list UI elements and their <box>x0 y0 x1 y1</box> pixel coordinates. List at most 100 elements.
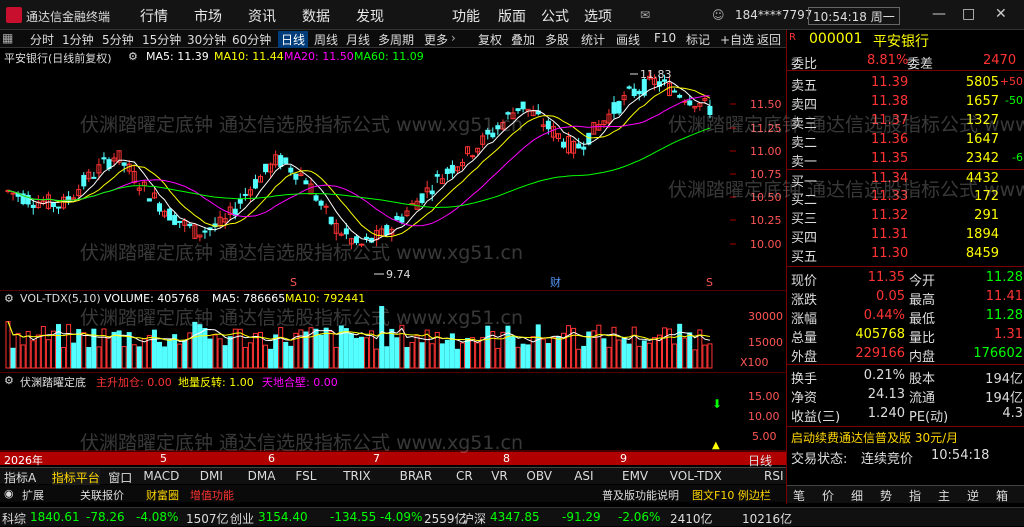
volume-bar <box>687 332 693 369</box>
volume-bar <box>707 343 713 369</box>
indicator-tab[interactable]: OBV <box>526 469 552 483</box>
link-help[interactable]: 普及版功能说明 <box>602 487 679 503</box>
menu-hangqing[interactable]: 行情 <box>140 6 168 26</box>
tool-biaoji[interactable]: 标记 <box>686 31 710 48</box>
tab-more[interactable]: 更多 <box>424 31 448 48</box>
settings-icon[interactable]: ⚙ <box>4 292 14 305</box>
order-book-row[interactable]: 买四 11.31 1894 <box>787 226 1024 246</box>
indicator-tab[interactable]: 指标A <box>4 469 36 486</box>
order-book-row[interactable]: 卖一 11.35 2342 -6 <box>787 150 1024 170</box>
tab-1min[interactable]: 1分钟 <box>62 31 94 48</box>
order-book-row[interactable]: 买三 11.32 291 <box>787 207 1024 227</box>
indicator-tab[interactable]: EMV <box>622 469 648 483</box>
right-panel-tab[interactable]: 箱 <box>996 487 1008 504</box>
tab-monthly[interactable]: 月线 <box>346 31 370 48</box>
tab-15min[interactable]: 15分钟 <box>142 31 181 48</box>
tab-5min[interactable]: 5分钟 <box>102 31 134 48</box>
indicator-tab[interactable]: VR <box>491 469 508 483</box>
settings-icon[interactable]: ⚙ <box>4 374 14 387</box>
vol-tick-2: 15000 <box>748 336 783 349</box>
order-book-row[interactable]: 卖三 11.37 1327 <box>787 112 1024 132</box>
right-panel-tab[interactable]: 价 <box>822 487 834 504</box>
menu-xuanxiang[interactable]: 选项 <box>584 6 612 26</box>
menu-gongneng[interactable]: 功能 <box>452 6 480 26</box>
right-panel-tab[interactable]: 势 <box>880 487 892 504</box>
tab-weekly[interactable]: 周线 <box>314 31 338 48</box>
grid-icon[interactable]: ▦ <box>2 31 13 45</box>
chevron-right-icon[interactable]: › <box>451 31 456 45</box>
tool-back[interactable]: 返回 <box>757 31 781 48</box>
tool-diejia[interactable]: 叠加 <box>511 31 535 48</box>
marker-s-1[interactable]: S <box>290 276 297 289</box>
link-zengzhi[interactable]: 增值功能 <box>190 487 234 503</box>
tab-multi-period[interactable]: 多周期 <box>378 31 414 48</box>
order-book-row[interactable]: 买五 11.30 8459 <box>787 245 1024 265</box>
indicator-tab[interactable]: 窗口 <box>108 469 132 486</box>
settings-icon[interactable]: ⚙ <box>128 50 138 63</box>
indicator-tab[interactable]: 指标平台 <box>51 469 100 486</box>
right-panel-tab[interactable]: 细 <box>851 487 863 504</box>
ticker-name[interactable]: 沪深 <box>462 510 486 527</box>
tab-fenshi[interactable]: 分时 <box>30 31 54 48</box>
marker-s-2[interactable]: S <box>706 276 713 289</box>
order-volume: 291 <box>974 208 999 223</box>
tool-f10[interactable]: F10 <box>654 31 676 45</box>
menu-faxian[interactable]: 发现 <box>356 6 384 26</box>
indicator-tab[interactable]: MACD <box>143 469 179 483</box>
indicator-tab[interactable]: DMA <box>248 469 276 483</box>
candlestick-chart[interactable]: 11.83 9.74 S 财 S 11.50 11.25 11.00 10.75 10.… <box>0 48 786 290</box>
link-caifuquan[interactable]: 财富圈 <box>146 487 179 503</box>
menu-gongshi[interactable]: 公式 <box>541 6 569 26</box>
mail-icon[interactable]: ✉ <box>640 8 650 22</box>
indicator-tab[interactable]: FSL <box>295 469 316 483</box>
order-book-row[interactable]: 卖四 11.38 1657 -50 <box>787 93 1024 113</box>
indicator-tab[interactable]: RSI <box>764 469 784 483</box>
tool-add-watchlist[interactable]: +自选 <box>720 31 754 48</box>
link-guanlian[interactable]: 关联报价 <box>80 487 124 503</box>
stock-code[interactable]: 000001 <box>809 31 862 47</box>
order-book-row[interactable]: 买二 11.33 172 <box>787 188 1024 208</box>
marker-cai[interactable]: 财 <box>550 275 561 289</box>
volume-bar <box>288 345 294 369</box>
indicator-tab[interactable]: VOL-TDX <box>670 469 722 483</box>
volume-bar <box>212 334 218 369</box>
user-account[interactable]: 184****7797 <box>735 8 812 22</box>
right-panel-tab[interactable]: 笔 <box>793 487 805 504</box>
stock-name[interactable]: 平安银行 <box>873 31 929 51</box>
promo-banner[interactable]: 启动续费通达信普及版 30元/月 <box>787 426 1024 446</box>
toggle-icon[interactable]: ◉ <box>4 487 14 500</box>
right-panel-tab[interactable]: 指 <box>909 487 921 504</box>
volume-bar <box>555 336 561 369</box>
close-icon[interactable]: ✕ <box>995 6 1007 22</box>
indicator-tab[interactable]: TRIX <box>343 469 370 483</box>
menu-shuju[interactable]: 数据 <box>302 6 330 26</box>
menu-banmian[interactable]: 版面 <box>498 6 526 26</box>
tab-60min[interactable]: 60分钟 <box>232 31 271 48</box>
maximize-icon[interactable]: □ <box>962 6 975 22</box>
indicator-chart[interactable]: 15.00 10.00 5.00 ⬇ ▲ <box>0 388 786 452</box>
ticker-name[interactable]: 科综 <box>2 510 26 527</box>
indicator-tab[interactable]: DMI <box>200 469 223 483</box>
indicator-tab[interactable]: BRAR <box>400 469 433 483</box>
tool-fuquan[interactable]: 复权 <box>478 31 502 48</box>
volume-chart[interactable]: 30000 15000 X100 <box>0 306 786 372</box>
tool-tongji[interactable]: 统计 <box>581 31 605 48</box>
order-book-row[interactable]: 买一 11.34 4432 <box>787 169 1024 190</box>
right-panel-tab[interactable]: 主 <box>938 487 950 504</box>
tab-daily[interactable]: 日线 <box>278 31 309 48</box>
tab-30min[interactable]: 30分钟 <box>187 31 226 48</box>
right-panel-tab[interactable]: 逆 <box>967 487 979 504</box>
link-kuozhan[interactable]: 扩展 <box>22 487 44 503</box>
user-icon[interactable]: ☺ <box>712 8 725 22</box>
link-f10-sidebar[interactable]: 图文F10 例边栏 <box>692 487 771 503</box>
order-book-row[interactable]: 卖五 11.39 5805 +50 <box>787 74 1024 94</box>
menu-shichang[interactable]: 市场 <box>194 6 222 26</box>
tool-duogu[interactable]: 多股 <box>545 31 569 48</box>
indicator-tab[interactable]: ASI <box>574 469 593 483</box>
menu-zixun[interactable]: 资讯 <box>248 6 276 26</box>
minimize-icon[interactable]: — <box>932 6 946 22</box>
ticker-name[interactable]: 创业 <box>230 510 254 527</box>
order-book-row[interactable]: 卖二 11.36 1647 <box>787 131 1024 151</box>
indicator-tab[interactable]: CR <box>456 469 473 483</box>
tool-huaxian[interactable]: 画线 <box>616 31 640 48</box>
